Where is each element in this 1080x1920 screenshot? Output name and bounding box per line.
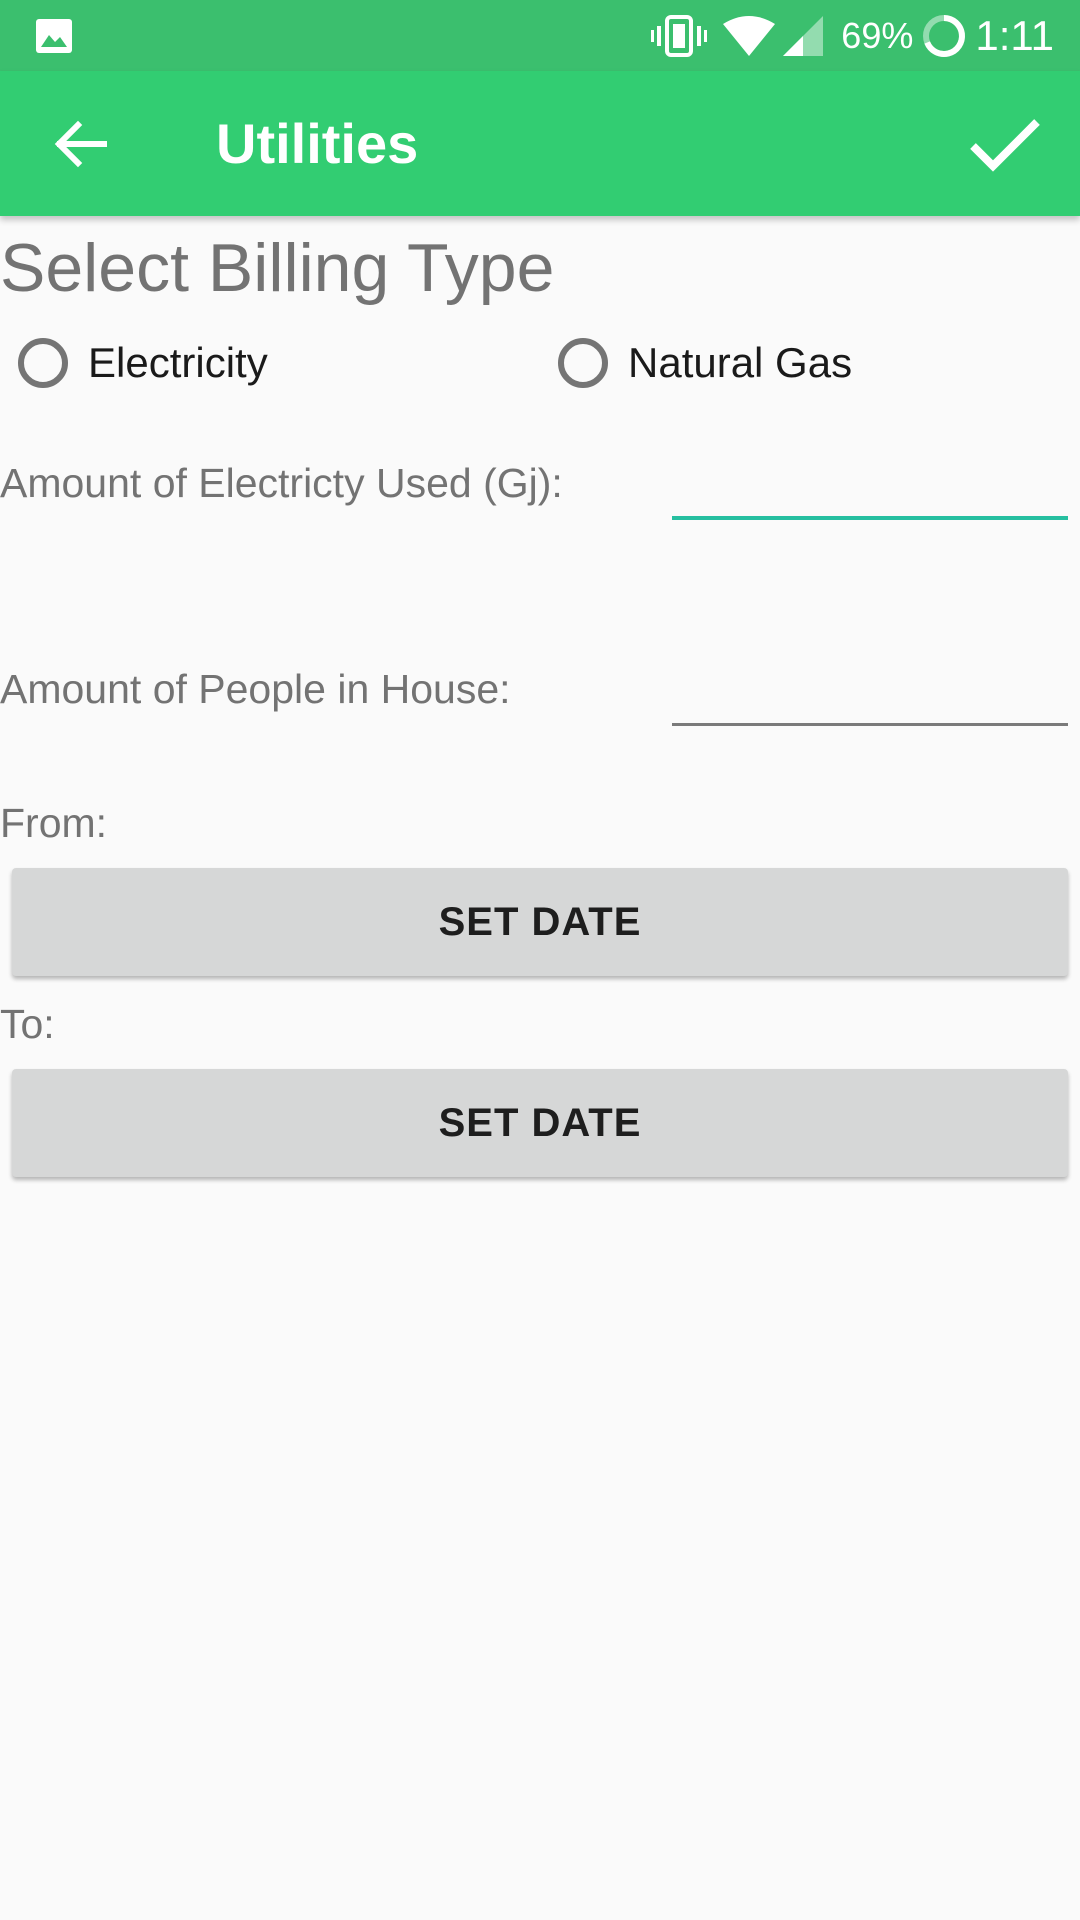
vibrate-icon: [651, 14, 708, 57]
cell-signal-icon: [783, 15, 824, 56]
arrow-back-icon: [54, 120, 107, 168]
battery-percent: 69%: [841, 14, 914, 56]
radio-electricity-circle[interactable]: [18, 338, 68, 388]
from-set-date-button[interactable]: SET DATE: [12, 868, 1068, 976]
screen: 69% 1:11 Utilities Select Billing Type E…: [0, 0, 1080, 1920]
billing-type-heading: Select Billing Type: [0, 230, 555, 306]
confirm-button[interactable]: [960, 99, 1050, 189]
radio-natural-gas[interactable]: Natural Gas: [558, 330, 852, 396]
electricity-amount-input[interactable]: [672, 460, 1068, 520]
status-right-group: 69% 1:11: [651, 0, 1054, 71]
image-icon: [36, 19, 72, 53]
electricity-amount-label: Amount of Electricty Used (Gj):: [0, 460, 563, 506]
to-label: To:: [0, 1001, 55, 1047]
radio-electricity[interactable]: Electricity: [18, 330, 268, 396]
checkmark-icon: [970, 119, 1040, 172]
status-time: 1:11: [975, 11, 1054, 59]
people-amount-label: Amount of People in House:: [0, 666, 511, 712]
page-title: Utilities: [216, 112, 419, 175]
wifi-icon: [723, 15, 776, 56]
radio-natural-gas-circle[interactable]: [558, 338, 608, 388]
app-bar: Utilities: [0, 71, 1080, 216]
radio-electricity-label[interactable]: Electricity: [88, 339, 268, 387]
battery-circle-icon: [923, 14, 966, 57]
people-amount-input[interactable]: [672, 666, 1068, 726]
from-label: From:: [0, 800, 108, 846]
to-set-date-button[interactable]: SET DATE: [12, 1069, 1068, 1177]
back-button[interactable]: [40, 104, 120, 184]
status-bar: 69% 1:11: [0, 0, 1080, 71]
radio-natural-gas-label[interactable]: Natural Gas: [628, 339, 852, 387]
